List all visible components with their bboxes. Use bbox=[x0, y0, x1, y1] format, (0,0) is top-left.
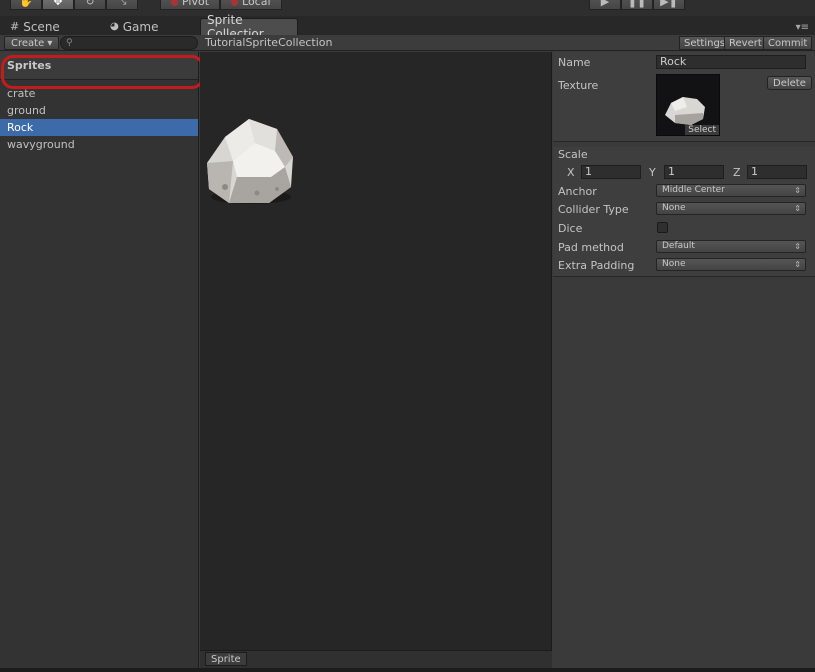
search-icon: ⚲ bbox=[66, 38, 73, 48]
tab-game-label: Game bbox=[122, 19, 159, 34]
tab-scene-label: Scene bbox=[23, 19, 60, 34]
hand-icon: ✋ bbox=[19, 0, 33, 8]
settings-button[interactable]: Settings bbox=[679, 36, 731, 50]
play-icon: ▶ bbox=[600, 0, 610, 8]
dice-label: Dice bbox=[558, 222, 583, 235]
tab-menu-icon[interactable]: ▾≡ bbox=[796, 22, 809, 33]
list-item[interactable]: wavyground bbox=[0, 136, 198, 153]
step-icon: ▶❚ bbox=[660, 0, 678, 8]
pacman-icon: ◕ bbox=[110, 21, 119, 32]
dropdown-arrow-icon: ⇕ bbox=[794, 186, 801, 195]
rotate-tool-button[interactable]: ↻ bbox=[74, 0, 106, 10]
list-item-label: ground bbox=[7, 104, 46, 117]
properties-section: Scale X 1 Y 1 Z 1 Anchor Middle Center ⇕ … bbox=[553, 147, 815, 277]
anchor-dropdown[interactable]: Middle Center ⇕ bbox=[656, 184, 806, 197]
collection-name: TutorialSpriteCollection bbox=[205, 36, 333, 49]
scale-x-label: X bbox=[567, 166, 575, 179]
list-item[interactable]: crate bbox=[0, 85, 198, 102]
tab-game[interactable]: ◕ Game bbox=[104, 18, 164, 35]
main-toolbar: ✋ ✥ ↻ ⤡ Pivot Local ▶ ❚❚ ▶❚ bbox=[0, 0, 815, 16]
dropdown-arrow-icon: ⇕ bbox=[794, 204, 801, 213]
collider-label: Collider Type bbox=[558, 203, 629, 216]
sprite-preview-panel: Sprite bbox=[200, 52, 552, 672]
scale-x-field[interactable]: 1 bbox=[581, 165, 641, 179]
step-button[interactable]: ▶❚ bbox=[653, 0, 685, 10]
collider-dropdown[interactable]: None ⇕ bbox=[656, 202, 806, 215]
texture-label: Texture bbox=[558, 79, 599, 92]
scale-y-label: Y bbox=[649, 166, 656, 179]
texture-thumbnail[interactable]: Select bbox=[656, 74, 720, 136]
play-button[interactable]: ▶ bbox=[589, 0, 621, 10]
grid-icon: # bbox=[10, 20, 20, 33]
name-label: Name bbox=[558, 56, 591, 69]
scale-z-field[interactable]: 1 bbox=[747, 165, 807, 179]
create-label: Create ▾ bbox=[11, 37, 53, 49]
transform-tools: ✋ ✥ ↻ ⤡ bbox=[10, 0, 138, 10]
anchor-value: Middle Center bbox=[662, 185, 725, 195]
sprites-title: Sprites bbox=[0, 52, 198, 80]
extra-padding-label: Extra Padding bbox=[558, 259, 635, 272]
local-button[interactable]: Local bbox=[220, 0, 282, 10]
dropdown-arrow-icon: ⇕ bbox=[794, 260, 801, 269]
scale-y-field[interactable]: 1 bbox=[664, 165, 724, 179]
pause-button[interactable]: ❚❚ bbox=[621, 0, 653, 10]
sprite-list: crate ground Rock wavyground bbox=[0, 85, 198, 153]
pad-method-value: Default bbox=[662, 241, 695, 251]
sprites-panel: Sprites crate ground Rock wavyground bbox=[0, 52, 199, 672]
list-item-label: wavyground bbox=[7, 138, 75, 151]
rotate-icon: ↻ bbox=[85, 0, 95, 8]
search-input[interactable]: ⚲ bbox=[60, 36, 198, 50]
rock-sprite-preview bbox=[205, 117, 297, 212]
status-strip bbox=[0, 668, 815, 672]
commit-button[interactable]: Commit bbox=[763, 36, 813, 50]
pad-method-label: Pad method bbox=[558, 241, 624, 254]
pivot-label: Pivot bbox=[182, 0, 210, 8]
list-item-selected[interactable]: Rock bbox=[0, 119, 198, 136]
local-icon bbox=[231, 0, 239, 6]
dropdown-arrow-icon: ⇕ bbox=[794, 242, 801, 251]
name-field[interactable]: Rock bbox=[656, 55, 806, 69]
sprite-tab[interactable]: Sprite bbox=[205, 652, 247, 666]
anchor-label: Anchor bbox=[558, 185, 597, 198]
pad-method-dropdown[interactable]: Default ⇕ bbox=[656, 240, 806, 253]
list-item-label: Rock bbox=[7, 121, 34, 134]
delete-button[interactable]: Delete bbox=[767, 76, 812, 90]
select-texture-button[interactable]: Select bbox=[685, 125, 719, 135]
hand-tool-button[interactable]: ✋ bbox=[10, 0, 42, 10]
pivot-button[interactable]: Pivot bbox=[160, 0, 221, 10]
pause-icon: ❚❚ bbox=[627, 0, 647, 8]
move-tool-button[interactable]: ✥ bbox=[42, 0, 74, 10]
local-label: Local bbox=[242, 0, 271, 8]
pivot-icon bbox=[171, 0, 178, 6]
dice-checkbox[interactable] bbox=[657, 222, 668, 233]
tab-scene[interactable]: # Scene bbox=[4, 18, 66, 35]
extra-padding-value: None bbox=[662, 259, 686, 269]
rock-icon bbox=[207, 119, 293, 204]
revert-button[interactable]: Revert bbox=[724, 36, 767, 50]
playback-controls: ▶ ❚❚ ▶❚ bbox=[589, 0, 685, 10]
scale-tool-button[interactable]: ⤡ bbox=[106, 0, 138, 10]
scale-z-label: Z bbox=[733, 166, 741, 179]
scale-label: Scale bbox=[558, 148, 588, 161]
list-item-label: crate bbox=[7, 87, 36, 100]
move-icon: ✥ bbox=[53, 0, 63, 8]
name-texture-section: Name Rock Texture Delete Select bbox=[553, 52, 815, 142]
collection-header: Create ▾ ⚲ TutorialSpriteCollection Sett… bbox=[0, 35, 815, 51]
pivot-group: Pivot Local bbox=[160, 0, 282, 10]
list-item[interactable]: ground bbox=[0, 102, 198, 119]
tab-bar: # Scene ◕ Game Sprite Collectior ▾≡ bbox=[0, 13, 815, 41]
sprite-inspector: Name Rock Texture Delete Select Scale X … bbox=[553, 52, 815, 672]
extra-padding-dropdown[interactable]: None ⇕ bbox=[656, 258, 806, 271]
collider-value: None bbox=[662, 203, 686, 213]
create-dropdown[interactable]: Create ▾ bbox=[4, 36, 60, 50]
tab-sprite-collection[interactable]: Sprite Collectior bbox=[200, 13, 298, 41]
scale-icon: ⤡ bbox=[117, 0, 127, 7]
